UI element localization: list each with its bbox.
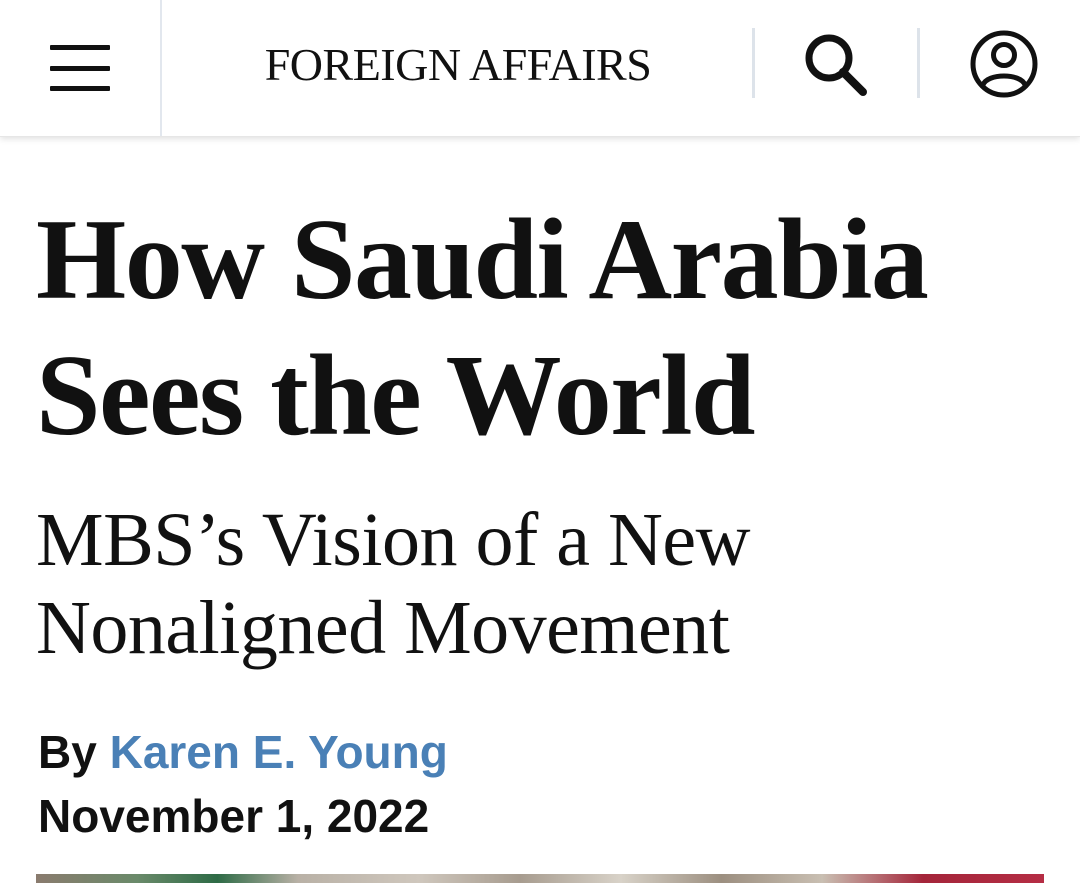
menu-button[interactable] (0, 0, 162, 136)
byline: By Karen E. Young (38, 722, 448, 782)
subheadline-line: Nonaligned Movement (36, 586, 730, 670)
search-button[interactable] (795, 24, 875, 104)
author-link[interactable]: Karen E. Young (110, 726, 448, 778)
hero-image (36, 874, 1044, 883)
account-button[interactable] (964, 24, 1044, 104)
publish-date: November 1, 2022 (38, 790, 430, 842)
header-divider (752, 28, 755, 98)
article-headline: How Saudi Arabia Sees the World (36, 192, 1046, 464)
site-logo[interactable]: FOREIGN AFFAIRS (162, 0, 754, 128)
subheadline-line: MBS’s Vision of a New (36, 498, 751, 582)
header-divider (917, 28, 920, 98)
article-subheadline: MBS’s Vision of a New Nonaligned Movemen… (36, 496, 1046, 672)
headline-line: Sees the World (36, 332, 756, 460)
site-header: FOREIGN AFFAIRS (0, 0, 1080, 137)
headline-line: How Saudi Arabia (36, 196, 929, 324)
hamburger-menu-icon (50, 45, 110, 91)
user-account-icon (970, 30, 1038, 98)
search-icon (805, 34, 867, 96)
byline-prefix: By (38, 726, 97, 778)
